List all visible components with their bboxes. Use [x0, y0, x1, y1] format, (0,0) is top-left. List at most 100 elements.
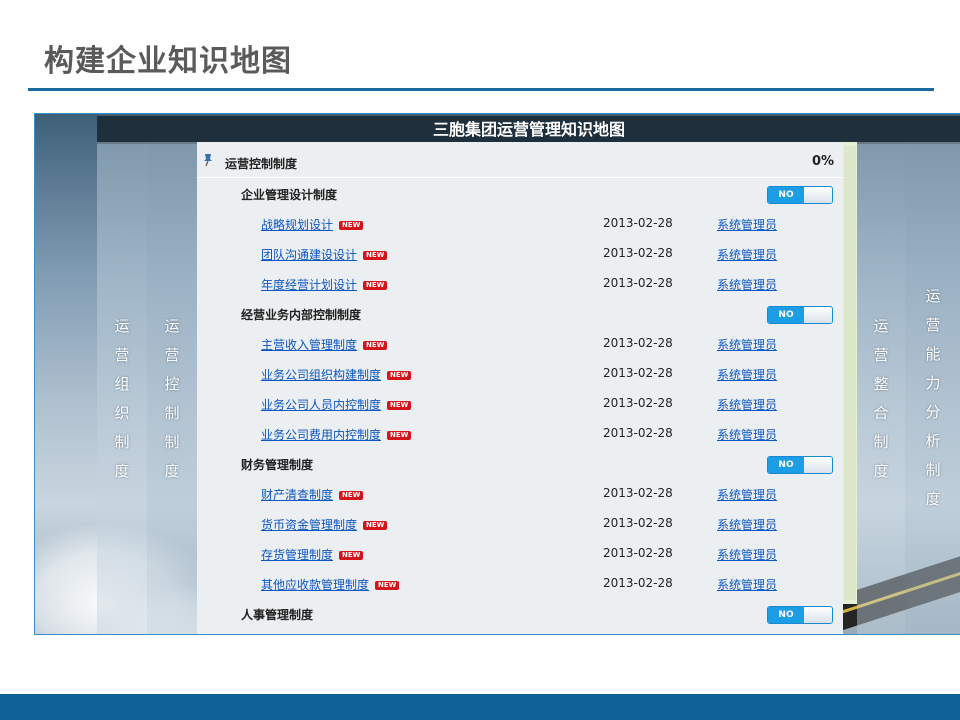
document-link[interactable]: 主营收入管理制度 NEW: [261, 336, 388, 353]
document-date: 2013-02-28: [603, 366, 673, 380]
document-date: 2013-02-28: [603, 216, 673, 230]
document-title: 主营收入管理制度: [261, 338, 358, 352]
toggle-label: NO: [768, 607, 804, 623]
document-owner-link[interactable]: 系统管理员: [717, 516, 777, 533]
new-badge: NEW: [339, 221, 364, 230]
slide-title: 构建企业知识地图: [44, 44, 292, 79]
tree-root-label: 运营控制制度: [225, 157, 298, 171]
toggle-label: NO: [768, 187, 804, 203]
category-toggle[interactable]: NO: [767, 306, 833, 324]
toggle-knob: [804, 307, 832, 323]
side-column-label: 运营控制制度: [162, 318, 181, 492]
document-date: 2013-02-28: [603, 486, 673, 500]
document-link[interactable]: 年度经营计划设计 NEW: [261, 276, 388, 293]
document-owner-link[interactable]: 系统管理员: [717, 246, 777, 263]
category-row[interactable]: 财务管理制度 NO: [197, 448, 843, 478]
document-link[interactable]: 货币资金管理制度 NEW: [261, 516, 388, 533]
pushpin-icon: [204, 154, 212, 167]
document-row: 业务公司人员内控制度 NEW 2013-02-28 系统管理员: [197, 388, 843, 418]
document-title: 货币资金管理制度: [261, 518, 358, 532]
category-toggle[interactable]: NO: [767, 606, 833, 624]
document-row: 财产清查制度 NEW 2013-02-28 系统管理员: [197, 478, 843, 508]
document-owner-link[interactable]: 系统管理员: [717, 276, 777, 293]
side-column-org[interactable]: 运营组织制度: [97, 142, 147, 634]
document-date: 2013-02-28: [603, 576, 673, 590]
side-column-label: 运营整合制度: [871, 318, 890, 492]
new-badge: NEW: [387, 371, 412, 380]
category-label: 经营业务内部控制制度: [241, 308, 362, 322]
new-badge: NEW: [363, 281, 388, 290]
side-column-integration[interactable]: 运营整合制度: [857, 142, 905, 634]
vertical-scrollbar[interactable]: [843, 142, 857, 604]
document-date: 2013-02-28: [603, 396, 673, 410]
document-date: 2013-02-28: [603, 276, 673, 290]
new-badge: NEW: [387, 401, 412, 410]
document-title: 业务公司费用内控制度: [261, 428, 382, 442]
document-link[interactable]: 其他应收款管理制度 NEW: [261, 576, 400, 593]
document-owner-link[interactable]: 系统管理员: [717, 576, 777, 593]
document-date: 2013-02-28: [603, 426, 673, 440]
document-owner-link[interactable]: 系统管理员: [717, 546, 777, 563]
document-link[interactable]: 战略规划设计 NEW: [261, 216, 364, 233]
document-title: 业务公司组织构建制度: [261, 368, 382, 382]
new-badge: NEW: [339, 491, 364, 500]
tree-root-row[interactable]: 运营控制制度 0%: [197, 148, 843, 176]
document-title: 年度经营计划设计: [261, 278, 358, 292]
toggle-label: NO: [768, 307, 804, 323]
document-row: 其他应收款管理制度 NEW 2013-02-28 系统管理员: [197, 568, 843, 598]
category-row[interactable]: 人事管理制度 NO: [197, 598, 843, 628]
document-row: 业务公司费用内控制度 NEW 2013-02-28 系统管理员: [197, 418, 843, 448]
document-owner-link[interactable]: 系统管理员: [717, 336, 777, 353]
document-link[interactable]: 团队沟通建设设计 NEW: [261, 246, 388, 263]
toggle-knob: [804, 457, 832, 473]
document-row: 战略规划设计 NEW 2013-02-28 系统管理员: [197, 208, 843, 238]
completion-percent: 0%: [812, 154, 835, 169]
document-title: 业务公司人员内控制度: [261, 398, 382, 412]
toggle-label: NO: [768, 457, 804, 473]
side-column-label: 运营能力分析制度: [923, 288, 942, 520]
document-title: 存货管理制度: [261, 548, 334, 562]
document-title: 团队沟通建设设计: [261, 248, 358, 262]
category-toggle[interactable]: NO: [767, 456, 833, 474]
map-header: 三胞集团运营管理知识地图: [97, 116, 960, 144]
category-label: 人事管理制度: [241, 608, 314, 622]
document-owner-link[interactable]: 系统管理员: [717, 486, 777, 503]
scrollbar-thumb[interactable]: [844, 146, 856, 600]
document-title: 战略规划设计: [261, 218, 334, 232]
category-label: 财务管理制度: [241, 458, 314, 472]
document-date: 2013-02-28: [603, 516, 673, 530]
new-badge: NEW: [387, 431, 412, 440]
document-row: 存货管理制度 NEW 2013-02-28 系统管理员: [197, 538, 843, 568]
document-owner-link[interactable]: 系统管理员: [717, 396, 777, 413]
document-owner-link[interactable]: 系统管理员: [717, 426, 777, 443]
toggle-knob: [804, 607, 832, 623]
document-link[interactable]: 业务公司费用内控制度 NEW: [261, 426, 412, 443]
document-owner-link[interactable]: 系统管理员: [717, 216, 777, 233]
new-badge: NEW: [363, 251, 388, 260]
category-row[interactable]: 企业管理设计制度 NO: [197, 178, 843, 208]
side-column-label: 运营组织制度: [112, 318, 131, 492]
title-divider: [28, 88, 934, 91]
document-date: 2013-02-28: [603, 336, 673, 350]
category-toggle[interactable]: NO: [767, 186, 833, 204]
tree-panel: 运营控制制度 0% 企业管理设计制度 NO 战略规划设计 NEW 2013-02-28 系…: [197, 142, 843, 634]
new-badge: NEW: [363, 341, 388, 350]
new-badge: NEW: [363, 521, 388, 530]
category-label: 企业管理设计制度: [241, 188, 338, 202]
category-row[interactable]: 经营业务内部控制制度 NO: [197, 298, 843, 328]
document-date: 2013-02-28: [603, 546, 673, 560]
document-row: 主营收入管理制度 NEW 2013-02-28 系统管理员: [197, 328, 843, 358]
document-link[interactable]: 存货管理制度 NEW: [261, 546, 364, 563]
document-owner-link[interactable]: 系统管理员: [717, 366, 777, 383]
side-column-control[interactable]: 运营控制制度: [147, 142, 197, 634]
document-row: 团队沟通建设设计 NEW 2013-02-28 系统管理员: [197, 238, 843, 268]
footer-bar: [0, 694, 960, 720]
document-link[interactable]: 财产清查制度 NEW: [261, 486, 364, 503]
document-link[interactable]: 业务公司组织构建制度 NEW: [261, 366, 412, 383]
document-link[interactable]: 业务公司人员内控制度 NEW: [261, 396, 412, 413]
document-row: 业务公司组织构建制度 NEW 2013-02-28 系统管理员: [197, 358, 843, 388]
document-title: 其他应收款管理制度: [261, 578, 370, 592]
toggle-knob: [804, 187, 832, 203]
document-title: 财产清查制度: [261, 488, 334, 502]
side-column-capability[interactable]: 运营能力分析制度: [905, 142, 960, 634]
